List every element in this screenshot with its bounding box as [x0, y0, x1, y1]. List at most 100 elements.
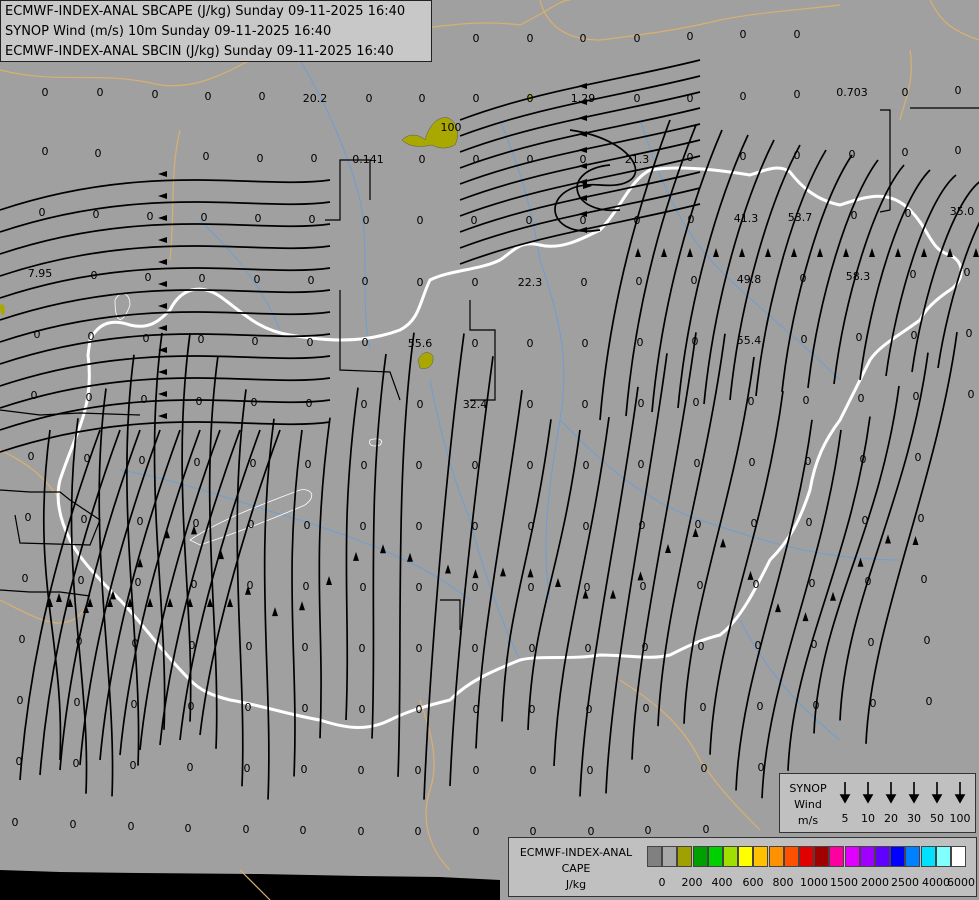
- cape-patch: [417, 352, 434, 369]
- streamline-arrow: [158, 391, 167, 397]
- streamline: [787, 416, 871, 771]
- streamline: [181, 333, 192, 722]
- cape-value: 0: [691, 274, 698, 287]
- streamline-arrow: [791, 248, 797, 257]
- streamline-arrow: [713, 248, 719, 257]
- streamline-arrow: [610, 589, 616, 599]
- cape-value: 0: [581, 276, 588, 289]
- cape-value: 0: [527, 459, 534, 472]
- cape-value: 0: [694, 457, 701, 470]
- cape-value: 0: [95, 147, 102, 160]
- cape-value: 0: [360, 581, 367, 594]
- cape-value: 0: [528, 520, 535, 533]
- streamline-arrow: [555, 577, 561, 587]
- cape-value: 0: [137, 515, 144, 528]
- cape-value: 0: [130, 759, 137, 772]
- cape-value: 0: [964, 266, 971, 279]
- cape-value: 0: [755, 639, 762, 652]
- cape-value: 0: [247, 579, 254, 592]
- streamline: [683, 356, 755, 724]
- cape-value: 0: [634, 92, 641, 105]
- streamline-arrow: [635, 248, 641, 257]
- streamline-arrow: [720, 538, 726, 548]
- cape-value: 0: [185, 822, 192, 835]
- cape-value: 0: [417, 214, 424, 227]
- cape-color-swatch: [844, 846, 860, 867]
- streamline-arrow: [843, 248, 849, 257]
- wind-legend-value: 50: [930, 812, 944, 825]
- cape-value: 0: [76, 635, 83, 648]
- cape-value: 0: [141, 393, 148, 406]
- cape-value: 0: [88, 330, 95, 343]
- cape-value: 0: [17, 694, 24, 707]
- streamline: [554, 129, 637, 232]
- cape-value: 0: [78, 574, 85, 587]
- cape-value: 0: [473, 703, 480, 716]
- cape-value: 0: [472, 459, 479, 472]
- cape-value: 0: [473, 92, 480, 105]
- out-of-domain-area: [0, 870, 500, 900]
- wind-legend-value: 10: [861, 812, 875, 825]
- streamline: [449, 356, 494, 787]
- cape-value: 0: [416, 642, 423, 655]
- cape-value: 0: [187, 761, 194, 774]
- cape-value: 0: [358, 764, 365, 777]
- cape-value: 0: [308, 274, 315, 287]
- streamline-arrow: [472, 569, 479, 579]
- cape-value: 0: [870, 697, 877, 710]
- cape-value: 0: [926, 695, 933, 708]
- streamline: [423, 333, 465, 800]
- streamline: [865, 331, 958, 744]
- streamline-arrow: [973, 248, 979, 257]
- cape-value: 0: [359, 642, 366, 655]
- cape-value: 0: [305, 458, 312, 471]
- streamline-arrow: [817, 248, 823, 257]
- streamline: [159, 429, 241, 746]
- streamline: [208, 355, 219, 749]
- cape-value: 0: [304, 519, 311, 532]
- cape-value: 0: [194, 456, 201, 469]
- cape-value: 0.141: [352, 153, 384, 166]
- streamline-arrow: [445, 564, 451, 574]
- cape-value: 0: [34, 328, 41, 341]
- streamline-arrow: [158, 171, 167, 177]
- cape-color-swatch: [890, 846, 906, 867]
- cape-value: 55.6: [408, 337, 433, 350]
- wind-legend: SYNOP Wind m/s 5 10 20 30 50 100: [779, 773, 976, 833]
- cape-value: 0: [31, 389, 38, 402]
- cape-value: 0: [128, 820, 135, 833]
- cape-value: 0: [640, 580, 647, 593]
- cape-color-swatch: [814, 846, 830, 867]
- cape-value: 0: [527, 153, 534, 166]
- cape-value: 0: [306, 397, 313, 410]
- cape-color-swatch: [859, 846, 875, 867]
- streamline: [475, 390, 523, 749]
- cape-value: 0: [868, 636, 875, 649]
- cape-value: 0: [693, 396, 700, 409]
- cape-legend: ECMWF-INDEX-ANAL CAPE J/kg 0 200 400 600 800…: [508, 837, 977, 897]
- cape-value: 0: [28, 450, 35, 463]
- cape-value: 0: [257, 152, 264, 165]
- cape-value: 0: [416, 581, 423, 594]
- cape-value: 0: [800, 272, 807, 285]
- cape-value: 0: [91, 269, 98, 282]
- cape-value: 0: [813, 699, 820, 712]
- cape-scale-tick: 800: [772, 876, 794, 889]
- cape-color-swatch: [662, 846, 678, 867]
- cape-value: 0: [526, 214, 533, 227]
- cape-value: 0: [703, 823, 710, 836]
- streamline: [755, 149, 827, 397]
- cape-value: 0: [701, 762, 708, 775]
- cape-value: 0: [131, 698, 138, 711]
- cape-value: 0: [201, 211, 208, 224]
- cape-value: 0: [801, 333, 808, 346]
- cape-value: 0: [301, 763, 308, 776]
- cape-value: 0: [139, 454, 146, 467]
- cape-value: 0: [361, 398, 368, 411]
- streamline-arrow: [802, 612, 809, 622]
- cape-value: 0: [19, 633, 26, 646]
- cape-value: 0: [473, 764, 480, 777]
- cape-value: 0: [472, 276, 479, 289]
- cape-value: 0: [634, 32, 641, 45]
- cape-value: 0: [199, 272, 206, 285]
